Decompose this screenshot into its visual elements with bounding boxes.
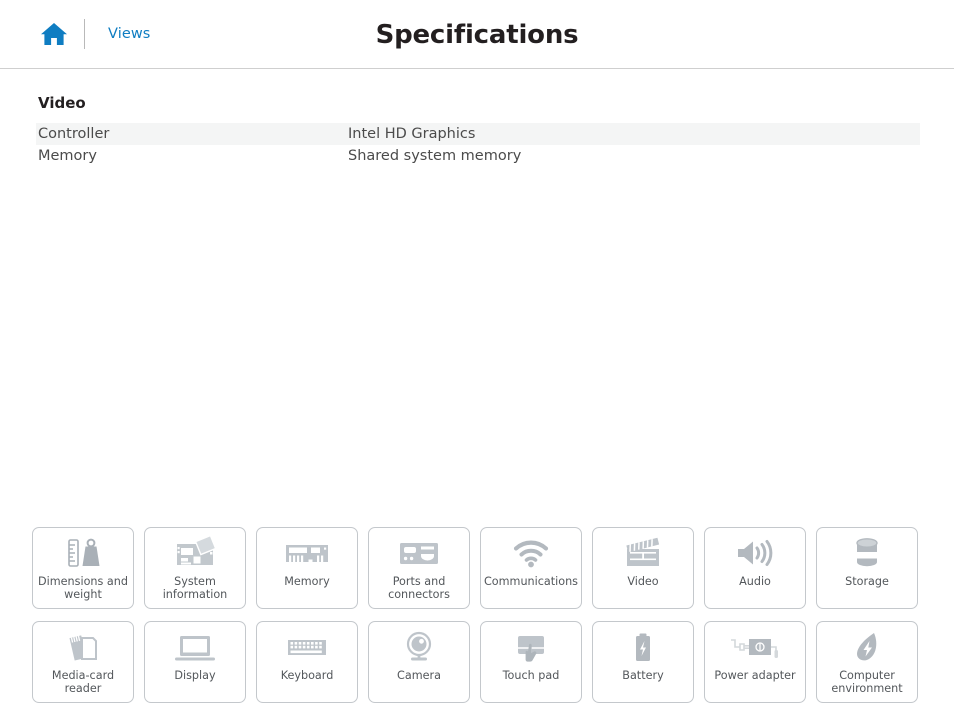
- clapperboard-icon: [620, 530, 666, 576]
- content-area: Video Controller Intel HD Graphics Memor…: [0, 94, 954, 167]
- leaf-bolt-icon: [844, 624, 890, 670]
- ram-module-icon: [284, 530, 330, 576]
- touchpad-icon: [508, 624, 554, 670]
- tile-media-card-reader[interactable]: Media-card reader: [32, 621, 134, 703]
- motherboard-icon: [172, 530, 218, 576]
- tile-battery[interactable]: Battery: [592, 621, 694, 703]
- table-row: Controller Intel HD Graphics: [36, 123, 920, 145]
- table-row: Memory Shared system memory: [36, 145, 920, 167]
- power-adapter-icon: [726, 624, 784, 670]
- tile-label: Video: [627, 575, 659, 588]
- tile-communications[interactable]: Communications: [480, 527, 582, 609]
- home-icon: [40, 21, 68, 47]
- memory-card-icon: [60, 624, 106, 670]
- wifi-icon: [508, 530, 554, 576]
- tile-label: Display: [174, 669, 216, 682]
- spec-value: Shared system memory: [348, 148, 522, 164]
- tile-label: Keyboard: [280, 669, 334, 682]
- header-divider: [84, 19, 85, 49]
- spec-value: Intel HD Graphics: [348, 126, 476, 142]
- laptop-screen-icon: [172, 624, 218, 670]
- ruler-weight-icon: [60, 530, 106, 576]
- tile-label: Touch pad: [502, 669, 560, 682]
- category-tile-grid: Dimensions and weight System information: [32, 527, 922, 703]
- tile-system-information[interactable]: System information: [144, 527, 246, 609]
- tile-label: Memory: [284, 575, 330, 588]
- keyboard-icon: [284, 624, 330, 670]
- tile-audio[interactable]: Audio: [704, 527, 806, 609]
- tile-storage[interactable]: Storage: [816, 527, 918, 609]
- tile-label: Battery: [622, 669, 664, 682]
- tile-camera[interactable]: Camera: [368, 621, 470, 703]
- webcam-icon: [396, 624, 442, 670]
- tile-label: Power adapter: [714, 669, 796, 682]
- battery-icon: [620, 624, 666, 670]
- tile-label: System information: [162, 575, 228, 601]
- tile-memory[interactable]: Memory: [256, 527, 358, 609]
- disk-cylinder-icon: [844, 530, 890, 576]
- tile-ports-and-connectors[interactable]: Ports and connectors: [368, 527, 470, 609]
- spec-key: Controller: [38, 126, 110, 142]
- tile-label: Ports and connectors: [388, 575, 450, 601]
- tile-label: Media-card reader: [51, 669, 115, 695]
- tile-label: Communications: [484, 575, 579, 588]
- tile-keyboard[interactable]: Keyboard: [256, 621, 358, 703]
- tile-label: Computer environment: [831, 669, 903, 695]
- app-header: Views Specifications: [0, 0, 954, 69]
- tile-display[interactable]: Display: [144, 621, 246, 703]
- tile-label: Camera: [397, 669, 441, 682]
- views-link[interactable]: Views: [108, 26, 150, 42]
- speaker-icon: [732, 530, 778, 576]
- spec-key: Memory: [38, 148, 97, 164]
- tile-label: Storage: [845, 575, 889, 588]
- tile-dimensions-and-weight[interactable]: Dimensions and weight: [32, 527, 134, 609]
- tile-power-adapter[interactable]: Power adapter: [704, 621, 806, 703]
- specifications-table: Controller Intel HD Graphics Memory Shar…: [36, 123, 920, 167]
- tile-label: Audio: [739, 575, 771, 588]
- home-button[interactable]: [34, 14, 74, 54]
- tile-computer-environment[interactable]: Computer environment: [816, 621, 918, 703]
- ports-icon: [396, 530, 442, 576]
- tile-touch-pad[interactable]: Touch pad: [480, 621, 582, 703]
- section-title: Video: [38, 94, 86, 112]
- tile-video[interactable]: Video: [592, 527, 694, 609]
- tile-label: Dimensions and weight: [38, 575, 128, 601]
